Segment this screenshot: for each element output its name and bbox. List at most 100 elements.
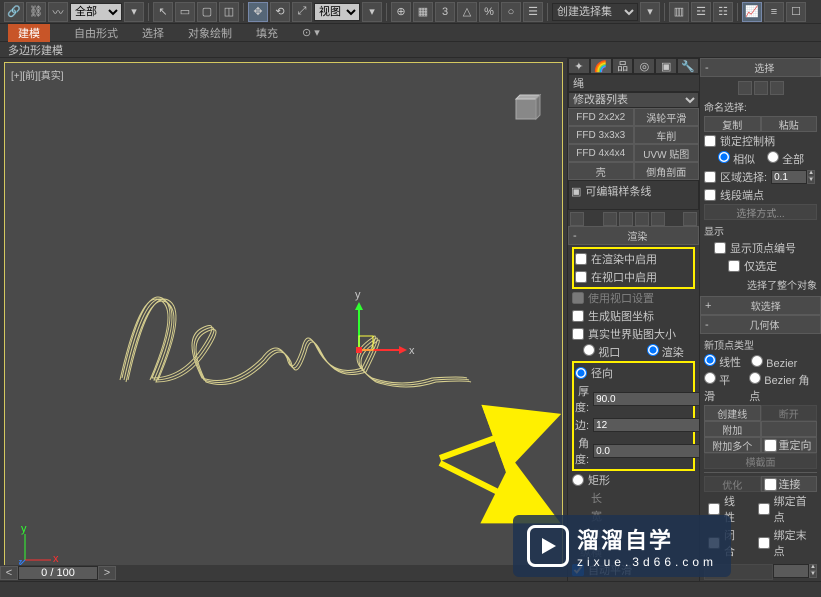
motion-tab-icon[interactable]: ◎ [633, 58, 655, 74]
bind-last-check[interactable] [758, 537, 770, 549]
all-radio[interactable] [767, 151, 779, 163]
viewport-front[interactable]: [+][前][真实] [4, 62, 563, 577]
bezier-radio[interactable] [751, 355, 763, 367]
select-by-button[interactable]: 选择方式... [704, 204, 817, 220]
geometry-rollout-header[interactable]: -几何体 [700, 315, 821, 334]
tab-object-paint[interactable]: 对象绘制 [188, 25, 232, 41]
ffd2-button[interactable]: FFD 2x2x2 [568, 108, 634, 126]
transform-gizmo[interactable]: y x [355, 289, 415, 357]
cross-section-button[interactable]: 横截面 [704, 453, 817, 469]
hierarchy-tab-icon[interactable]: 品 [612, 58, 634, 74]
coord-icon[interactable]: ▾ [362, 2, 382, 22]
pivot-icon[interactable]: ⊕ [391, 2, 411, 22]
unlink-icon[interactable]: ⛓ [26, 2, 46, 22]
shell-button[interactable]: 壳 [568, 162, 634, 180]
rendering-rollout-header[interactable]: - 渲染 [568, 226, 699, 245]
layer-select[interactable]: 全部 [70, 3, 122, 21]
modifier-list-dropdown[interactable]: 修改器列表 [568, 92, 699, 108]
lathe-button[interactable]: 车削 [634, 126, 700, 144]
linear2-check[interactable] [708, 503, 720, 515]
area-sel-check[interactable] [704, 171, 716, 183]
attach-mult-button[interactable]: 附加多个 [704, 437, 761, 453]
optimize-button[interactable]: 优化 [704, 476, 761, 492]
snap3-icon[interactable]: 3 [435, 2, 455, 22]
lock-handles-check[interactable] [704, 135, 716, 147]
material-icon[interactable]: ☐ [786, 2, 806, 22]
tab-fill[interactable]: 填充 [256, 25, 278, 41]
snap-toggle-icon[interactable]: ▦ [413, 2, 433, 22]
scale-icon[interactable]: ⤢ [292, 2, 312, 22]
show-end-icon[interactable] [603, 212, 617, 226]
select-icon[interactable]: ↖ [153, 2, 173, 22]
linear-radio[interactable] [704, 354, 716, 366]
bezier-corner-radio[interactable] [749, 372, 761, 384]
object-name-input[interactable] [568, 74, 720, 92]
chamfer-button[interactable]: 倒角剖面 [634, 162, 700, 180]
seg-end-check[interactable] [704, 189, 716, 201]
subobj-spline-icon[interactable] [770, 81, 784, 95]
softsel-rollout-header[interactable]: +软选择 [700, 296, 821, 315]
rotate-icon[interactable]: ⟲ [270, 2, 290, 22]
ffd4-button[interactable]: FFD 4x4x4 [568, 144, 634, 162]
area-sel-input[interactable] [771, 170, 807, 184]
selection-rollout-header[interactable]: -选择 [700, 58, 821, 77]
render-radio[interactable] [647, 344, 659, 356]
show-vnum-check[interactable] [714, 242, 726, 254]
tab-freeform[interactable]: 自由形式 [74, 25, 118, 41]
ref-select[interactable]: 视图 [314, 3, 360, 21]
select-rect-icon[interactable]: ▢ [197, 2, 217, 22]
selset-icon[interactable]: ▾ [640, 2, 660, 22]
expand-icon[interactable]: ▣ [571, 185, 581, 198]
remove-mod-icon[interactable] [635, 212, 649, 226]
real-world-check[interactable] [572, 328, 584, 340]
rect-radio[interactable] [572, 474, 584, 486]
utilities-tab-icon[interactable]: 🔧 [677, 58, 699, 74]
curve-editor-icon[interactable]: 📈 [742, 2, 762, 22]
stack-item-spline[interactable]: ▣ 可编辑样条线 [571, 183, 696, 199]
mirror-icon[interactable]: ▥ [669, 2, 689, 22]
pin-stack-icon[interactable] [570, 212, 584, 226]
enable-render-check[interactable] [575, 253, 587, 265]
modifier-stack[interactable]: ▣ 可编辑样条线 [568, 180, 699, 210]
selection-set-select[interactable]: 创建选择集 [552, 3, 638, 21]
timeline-end-icon[interactable]: > [98, 566, 116, 580]
turbosmooth-button[interactable]: 涡轮平滑 [634, 108, 700, 126]
timeline-position[interactable]: 0 / 100 [18, 566, 98, 580]
bind-icon[interactable]: 〰 [48, 2, 68, 22]
bind-first-check[interactable] [758, 503, 770, 515]
subobj-vertex-icon[interactable] [738, 81, 752, 95]
display-tab-icon[interactable]: ▣ [655, 58, 677, 74]
similar-radio[interactable] [718, 151, 730, 163]
timeline[interactable]: < 0 / 100 > [0, 565, 567, 581]
connect-thresh-input[interactable] [773, 564, 809, 578]
modify-tab-icon[interactable]: 🌈 [590, 58, 612, 74]
make-unique-icon[interactable] [619, 212, 633, 226]
layers-icon[interactable]: ☷ [713, 2, 733, 22]
timeline-start-icon[interactable]: < [0, 566, 18, 580]
break-button[interactable]: 断开 [761, 405, 818, 421]
percent-snap-icon[interactable]: % [479, 2, 499, 22]
angle-snap-icon[interactable]: △ [457, 2, 477, 22]
align-icon[interactable]: ☲ [691, 2, 711, 22]
move-icon[interactable]: ✥ [248, 2, 268, 22]
link-icon[interactable]: 🔗 [4, 2, 24, 22]
viewport-label[interactable]: [+][前][真实] [11, 67, 64, 82]
uvw-button[interactable]: UVW 贴图 [634, 144, 700, 162]
smooth-radio[interactable] [704, 372, 716, 384]
tab-overflow[interactable]: ⊙ ▾ [302, 26, 320, 39]
view-cube[interactable] [506, 89, 546, 129]
area-sel-spinner[interactable]: ▲▼ [807, 170, 815, 184]
tab-selection[interactable]: 选择 [142, 25, 164, 41]
select-name-icon[interactable]: ▭ [175, 2, 195, 22]
schematic-icon[interactable]: ≡ [764, 2, 784, 22]
filter-icon[interactable]: ▾ [124, 2, 144, 22]
select-window-icon[interactable]: ◫ [219, 2, 239, 22]
connect-check[interactable] [764, 478, 777, 491]
radial-radio[interactable] [575, 367, 587, 379]
attach-opts[interactable] [761, 421, 818, 437]
spinner-snap-icon[interactable]: ○ [501, 2, 521, 22]
reorient-check[interactable] [764, 439, 777, 452]
viewport-radio[interactable] [583, 344, 595, 356]
enable-viewport-check[interactable] [575, 271, 587, 283]
edit-named-icon[interactable]: ☰ [523, 2, 543, 22]
